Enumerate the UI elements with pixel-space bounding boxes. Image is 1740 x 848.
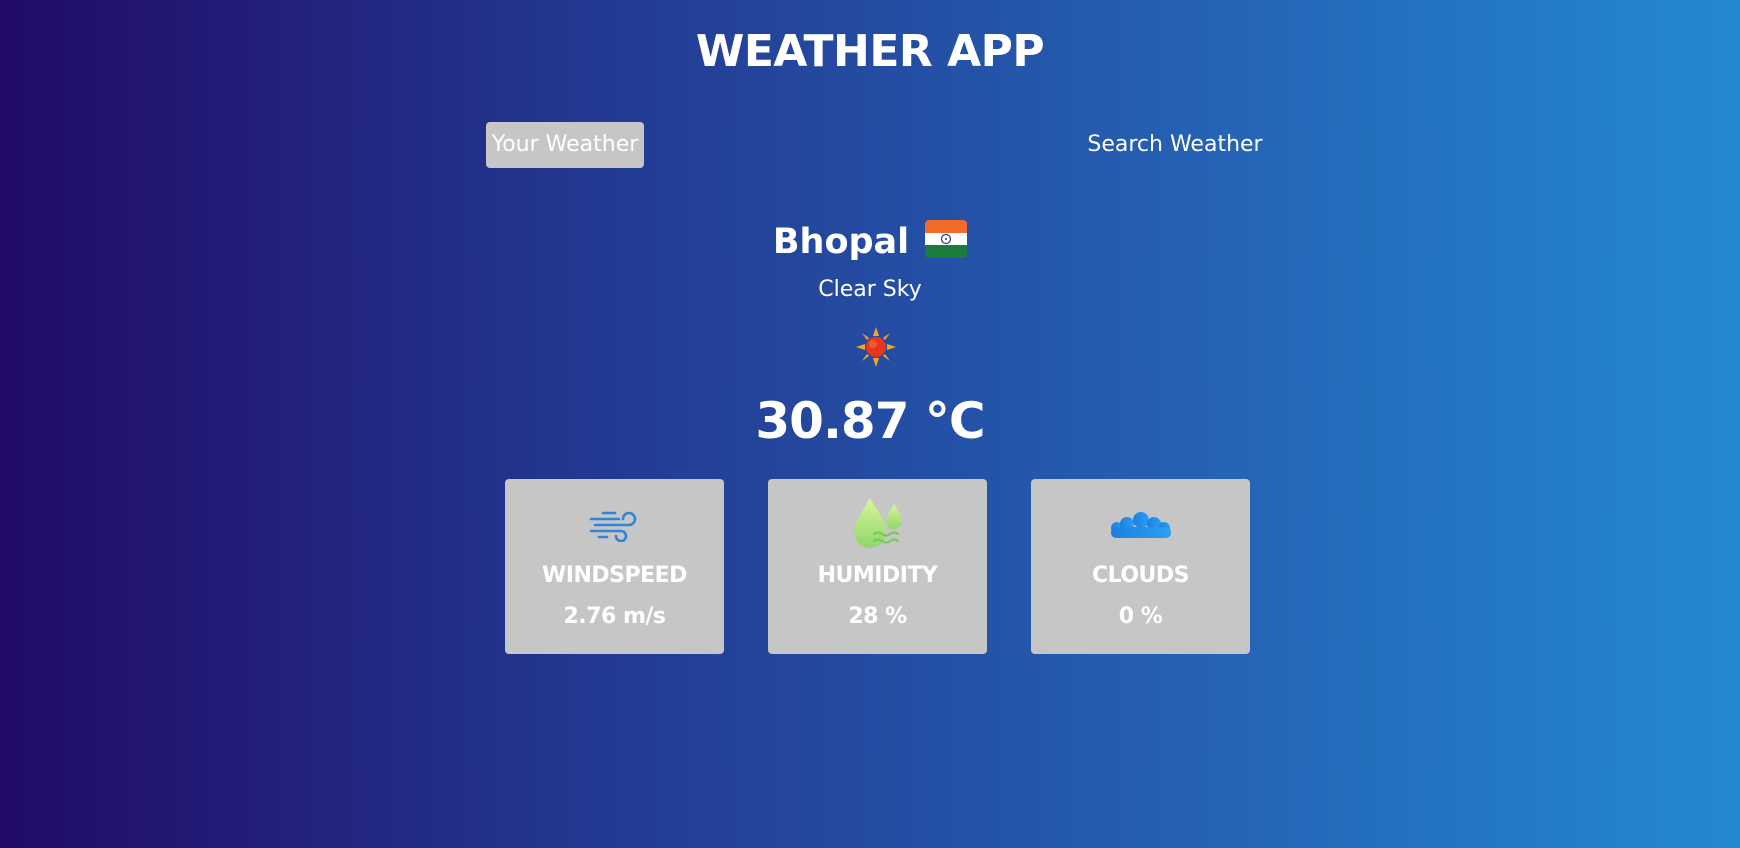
temperature: 30.87 °C	[755, 392, 985, 450]
windspeed-card: WINDSPEED 2.76 m/s	[505, 479, 724, 654]
humidity-icon	[768, 495, 987, 555]
wind-icon	[505, 495, 724, 555]
windspeed-label: WINDSPEED	[542, 563, 687, 588]
clouds-card: CLOUDS 0 %	[1031, 479, 1250, 654]
tab-your-weather[interactable]: Your Weather	[486, 122, 644, 168]
weather-description: Clear Sky	[818, 277, 922, 302]
sun-icon	[856, 327, 896, 367]
clouds-label: CLOUDS	[1091, 563, 1190, 588]
humidity-value: 28 %	[848, 604, 907, 629]
city-header: Bhopal	[0, 216, 1740, 268]
city-name: Bhopal	[772, 222, 910, 262]
cloud-icon	[1031, 495, 1250, 555]
india-flag-icon	[925, 220, 968, 258]
tab-search-weather[interactable]: Search Weather	[1075, 122, 1275, 168]
windspeed-value: 2.76 m/s	[563, 604, 667, 629]
clouds-value: 0 %	[1118, 604, 1163, 629]
humidity-label: HUMIDITY	[817, 563, 938, 588]
app-title: WEATHER APP	[695, 26, 1045, 77]
humidity-card: HUMIDITY 28 %	[768, 479, 987, 654]
